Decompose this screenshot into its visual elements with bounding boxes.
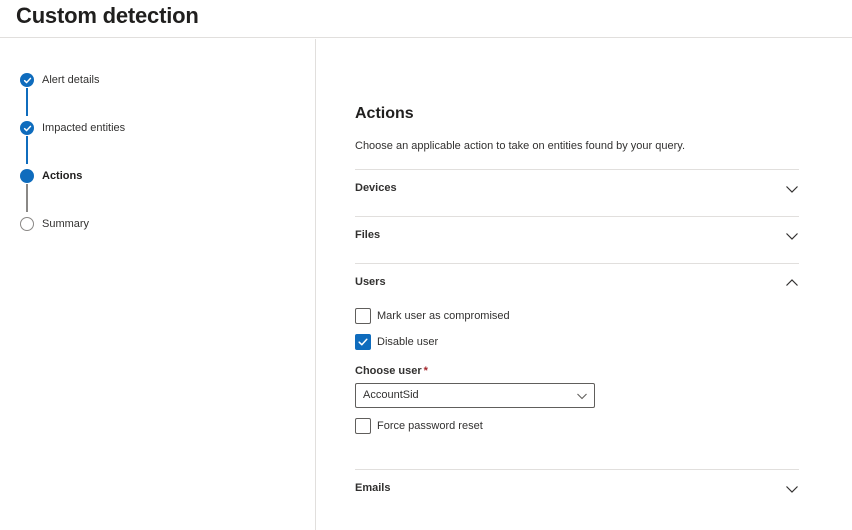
step-label: Alert details: [42, 74, 100, 86]
step-connector: [26, 136, 28, 164]
chevron-down-icon: [786, 486, 798, 493]
checkbox-label: Mark user as compromised: [377, 310, 510, 322]
accordion-files[interactable]: Files: [355, 216, 799, 263]
chevron-down-icon: [786, 186, 798, 193]
checkbox-box[interactable]: [355, 334, 371, 350]
step-label: Summary: [42, 218, 90, 230]
step-alert-details[interactable]: Alert details: [20, 70, 99, 90]
mark-user-compromised-checkbox[interactable]: Mark user as compromised: [355, 308, 510, 324]
step-current-icon: [20, 169, 34, 183]
step-actions[interactable]: Actions: [20, 166, 82, 186]
step-label: Actions: [42, 170, 83, 182]
wizard-steps-pane: Alert details Impacted entities Actions …: [0, 39, 316, 530]
page-title: Custom detection: [16, 3, 199, 28]
checkbox-label: Disable user: [377, 336, 439, 348]
dropdown-selected-value: AccountSid: [363, 389, 419, 401]
accordion-label: Emails: [355, 482, 391, 494]
accordion-label: Files: [355, 229, 381, 241]
checkmark-icon: [358, 338, 368, 346]
page-header: Custom detection: [0, 0, 852, 38]
checkbox-box[interactable]: [355, 418, 371, 434]
chevron-up-icon: [786, 279, 798, 286]
checkbox-box[interactable]: [355, 308, 371, 324]
choose-user-dropdown[interactable]: AccountSid: [355, 383, 595, 408]
step-complete-icon: [20, 121, 34, 135]
step-complete-icon: [20, 73, 34, 87]
chevron-down-icon: [786, 233, 798, 240]
accordion-emails[interactable]: Emails: [355, 469, 799, 516]
force-password-reset-checkbox[interactable]: Force password reset: [355, 418, 483, 434]
accordion-users[interactable]: Users: [355, 263, 799, 310]
step-connector: [26, 88, 28, 116]
required-asterisk: *: [423, 365, 428, 377]
choose-user-label: Choose user *: [355, 365, 428, 377]
step-summary[interactable]: Summary: [20, 214, 89, 234]
accordion-label: Devices: [355, 182, 397, 194]
step-label: Impacted entities: [42, 122, 126, 134]
disable-user-checkbox[interactable]: Disable user: [355, 334, 438, 350]
section-description: Choose an applicable action to take on e…: [355, 140, 686, 152]
step-connector: [26, 184, 28, 212]
step-impacted-entities[interactable]: Impacted entities: [20, 118, 125, 138]
step-pending-icon: [20, 217, 34, 231]
accordion-devices[interactable]: Devices: [355, 169, 799, 216]
chevron-down-icon: [577, 393, 587, 400]
section-title: Actions: [355, 105, 414, 122]
checkbox-label: Force password reset: [377, 420, 483, 432]
accordion-label: Users: [355, 276, 386, 288]
